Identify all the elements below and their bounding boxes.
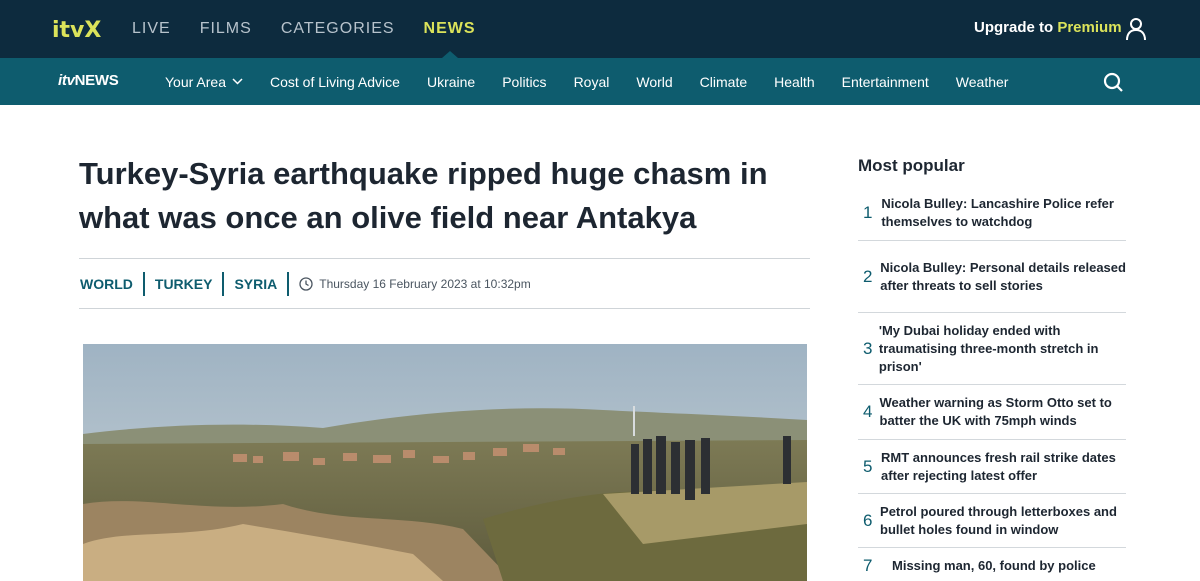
subnav-items: Your Area Cost of Living Advice Ukraine … — [165, 58, 1035, 105]
article-photo — [83, 344, 807, 581]
item-number: 6 — [863, 510, 873, 530]
item-headline: 'My Dubai holiday ended with traumatisin… — [878, 322, 1099, 374]
primary-nav: LIVE FILMS CATEGORIES NEWS — [132, 0, 505, 58]
subnav-royal[interactable]: Royal — [574, 58, 610, 105]
user-account-icon[interactable] — [1125, 17, 1147, 41]
item-number: 1 — [863, 203, 873, 222]
article-date: Thursday 16 February 2023 at 10:32pm — [299, 277, 531, 291]
subnav-your-area[interactable]: Your Area — [165, 58, 243, 105]
item-headline: Nicola Bulley: Lancashire Police refer t… — [881, 196, 1114, 229]
tag-world[interactable]: WORLD — [79, 272, 145, 296]
nav-live[interactable]: LIVE — [132, 0, 171, 58]
most-popular-item[interactable]: 7 Missing man, 60, found by police — [858, 548, 1126, 581]
article-headline: Turkey-Syria earthquake ripped huge chas… — [79, 156, 768, 235]
subnav-health[interactable]: Health — [774, 58, 814, 105]
news-subnav: itvNEWS Your Area Cost of Living Advice … — [0, 58, 1200, 105]
nav-films[interactable]: FILMS — [200, 0, 252, 58]
most-popular-item[interactable]: 3 'My Dubai holiday ended with traumatis… — [858, 313, 1126, 385]
subnav-entertainment[interactable]: Entertainment — [842, 58, 929, 105]
most-popular-item[interactable]: 5 RMT announces fresh rail strike dates … — [858, 440, 1126, 494]
most-popular-item[interactable]: 2 Nicola Bulley: Personal details releas… — [858, 241, 1126, 313]
most-popular-item[interactable]: 1 Nicola Bulley: Lancashire Police refer… — [858, 186, 1126, 241]
item-number: 3 — [863, 338, 873, 358]
item-headline: Missing man, 60, found by police — [892, 558, 1096, 573]
divider-bottom — [79, 308, 810, 309]
tag-turkey[interactable]: TURKEY — [145, 272, 225, 296]
subnav-weather[interactable]: Weather — [956, 58, 1009, 105]
item-number: 5 — [863, 456, 873, 476]
logo-news: NEWS — [74, 72, 119, 89]
nav-news[interactable]: NEWS — [424, 0, 476, 58]
item-headline: Petrol poured through letterboxes and bu… — [880, 503, 1117, 537]
subnav-label: Your Area — [165, 73, 226, 90]
most-popular-item[interactable]: 6 Petrol poured through letterboxes and … — [858, 494, 1126, 548]
clock-icon — [299, 277, 313, 291]
divider-top — [79, 258, 810, 259]
itv-news-logo[interactable]: itvNEWS — [58, 72, 119, 89]
most-popular-item[interactable]: 4 Weather warning as Storm Otto set to b… — [858, 385, 1126, 440]
item-number: 4 — [863, 402, 873, 421]
most-popular-list: 1 Nicola Bulley: Lancashire Police refer… — [858, 186, 1126, 581]
item-number: 2 — [863, 266, 873, 286]
search-icon[interactable] — [1103, 72, 1123, 92]
subnav-politics[interactable]: Politics — [502, 58, 546, 105]
top-bar: itvX LIVE FILMS CATEGORIES NEWS Upgrade … — [0, 0, 1200, 58]
most-popular-title: Most popular — [858, 156, 965, 175]
article-tags: WORLD TURKEY SYRIA Thursday 16 February … — [79, 271, 531, 297]
chevron-down-icon — [232, 78, 243, 85]
item-headline: RMT announces fresh rail strike dates af… — [881, 449, 1116, 483]
item-headline: Nicola Bulley: Personal details released… — [880, 259, 1126, 293]
item-number: 7 — [863, 556, 873, 575]
subnav-climate[interactable]: Climate — [700, 58, 747, 105]
subnav-world[interactable]: World — [636, 58, 672, 105]
svg-text:itvX: itvX — [52, 18, 101, 42]
subnav-ukraine[interactable]: Ukraine — [427, 58, 475, 105]
nav-categories[interactable]: CATEGORIES — [281, 0, 395, 58]
tag-syria[interactable]: SYRIA — [224, 272, 290, 296]
logo-itv: itv — [58, 72, 75, 89]
date-text: Thursday 16 February 2023 at 10:32pm — [319, 277, 531, 291]
subnav-cost-of-living[interactable]: Cost of Living Advice — [270, 58, 400, 105]
upgrade-link[interactable]: Upgrade to Premium — [974, 19, 1122, 36]
itvx-logo[interactable]: itvX — [52, 16, 108, 42]
upgrade-premium: Premium — [1057, 19, 1122, 36]
item-headline: Weather warning as Storm Otto set to bat… — [879, 395, 1112, 428]
upgrade-prefix: Upgrade to — [974, 19, 1054, 36]
